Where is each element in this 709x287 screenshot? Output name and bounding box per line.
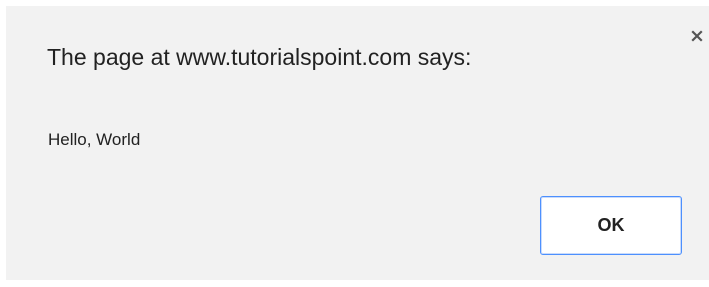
dialog-title: The page at www.tutorialspoint.com says:: [47, 44, 472, 70]
dialog-message: Hello, World: [48, 130, 141, 149]
ok-button[interactable]: OK: [540, 196, 682, 255]
close-icon[interactable]: [687, 26, 707, 46]
alert-dialog: The page at www.tutorialspoint.com says:…: [6, 6, 709, 280]
